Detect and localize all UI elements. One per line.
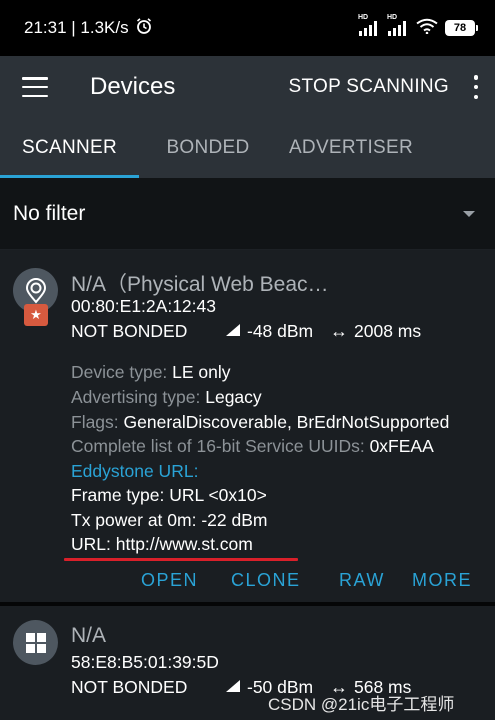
- device-address: 58:E8:B5:01:39:5D: [71, 652, 219, 672]
- flags-label: Flags:: [71, 412, 124, 432]
- bond-state: NOT BONDED: [71, 321, 188, 341]
- flags-value: GeneralDiscoverable, BrEdrNotSupported: [123, 412, 450, 432]
- device-name: N/A（Physical Web Beac…: [71, 273, 329, 296]
- overflow-menu-icon[interactable]: [471, 75, 481, 99]
- dropdown-arrow-icon: [463, 210, 475, 217]
- alarm-icon: [135, 17, 153, 40]
- windows-icon: [13, 620, 58, 665]
- eddystone-url-heading: Eddystone URL:: [71, 461, 199, 481]
- open-button[interactable]: OPEN: [141, 570, 198, 591]
- device-name: N/A: [71, 624, 107, 647]
- tab-advertiser[interactable]: ADVERTISER: [277, 118, 425, 178]
- menu-icon[interactable]: [22, 77, 48, 97]
- battery-icon: 78: [445, 20, 478, 36]
- filter-dropdown[interactable]: No filter: [0, 178, 495, 250]
- rssi-value: -48 dBm: [247, 321, 314, 341]
- uuids-label: Complete list of 16-bit Service UUIDs:: [71, 436, 370, 456]
- filter-label: No filter: [13, 201, 86, 225]
- clone-button[interactable]: CLONE: [231, 570, 301, 591]
- interval-readout: ↔ 2008 ms: [330, 321, 421, 342]
- device-type-label: Device type:: [71, 362, 173, 382]
- star-badge-icon: ★: [24, 304, 48, 326]
- signal-strength-icon: [225, 677, 241, 698]
- watermark: CSDN @21ic电子工程师: [268, 695, 455, 714]
- tab-scanner[interactable]: SCANNER: [0, 118, 139, 178]
- signal-strength-icon: [225, 321, 241, 342]
- more-button[interactable]: MORE: [412, 570, 472, 591]
- device-type-row: Device type: LE only: [71, 362, 231, 383]
- raw-button[interactable]: RAW: [339, 570, 385, 591]
- status-bar: 21:31 | 1.3K/s HD HD 78: [0, 0, 495, 56]
- app-bar: Devices STOP SCANNING: [0, 56, 495, 118]
- bond-state: NOT BONDED: [71, 677, 188, 697]
- adv-type-label: Advertising type:: [71, 387, 206, 407]
- adv-type-value: Legacy: [205, 387, 262, 407]
- wifi-icon: [416, 18, 438, 39]
- rssi-readout: -48 dBm: [225, 321, 313, 342]
- signal-icon-2: HD: [387, 14, 409, 36]
- tab-bonded[interactable]: BONDED: [139, 118, 277, 178]
- device-address: 00:80:E1:2A:12:43: [71, 296, 216, 316]
- device-card[interactable]: ★ N/A（Physical Web Beac… 00:80:E1:2A:12:…: [0, 250, 495, 602]
- adv-type-row: Advertising type: Legacy: [71, 387, 262, 408]
- hd-label-2: HD: [387, 14, 398, 21]
- tx-power: Tx power at 0m: -22 dBm: [71, 510, 268, 530]
- stop-scanning-button[interactable]: STOP SCANNING: [288, 76, 449, 98]
- uuids-row: Complete list of 16-bit Service UUIDs: 0…: [71, 436, 434, 457]
- hd-label-1: HD: [358, 14, 369, 21]
- device-actions: OPEN CLONE RAW MORE: [0, 570, 495, 598]
- page-title: Devices: [90, 73, 176, 100]
- tab-bar: SCANNER BONDED ADVERTISER: [0, 118, 495, 178]
- flags-row: Flags: GeneralDiscoverable, BrEdrNotSupp…: [71, 412, 449, 433]
- signal-icon-1: HD: [358, 14, 380, 36]
- uuids-value: 0xFEAA: [369, 436, 434, 456]
- interval-arrows-icon: ↔: [330, 321, 348, 341]
- url-highlight-underline: [64, 558, 298, 561]
- interval-value: 2008 ms: [354, 321, 422, 341]
- device-type-value: LE only: [172, 362, 231, 382]
- frame-type: Frame type: URL <0x10>: [71, 485, 267, 505]
- url-value: URL: http://www.st.com: [71, 534, 253, 554]
- status-time-speed: 21:31 | 1.3K/s: [24, 18, 129, 37]
